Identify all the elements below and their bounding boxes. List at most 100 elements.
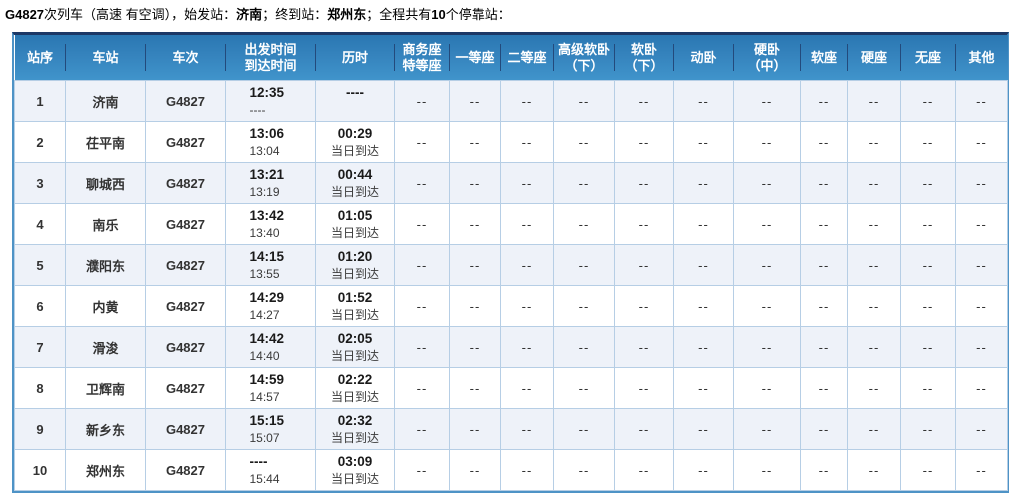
arrive-time: 13:55 <box>249 267 280 281</box>
column-header-soft-seat: 软座 <box>799 35 848 81</box>
duration-value: ---- <box>346 85 364 100</box>
column-header-label: 硬卧 <box>753 41 780 57</box>
cell-no-seat: -- <box>900 449 956 491</box>
column-header-premium-soft-sleeper: 高级软卧 （下） <box>552 35 615 81</box>
cell-first-class-seat: -- <box>449 244 501 286</box>
duration-note: 当日到达 <box>330 472 379 486</box>
cell-station: 滑浚 <box>65 326 146 368</box>
cell-emu-sleeper: -- <box>673 121 734 163</box>
column-header-label: 历时 <box>341 49 368 65</box>
cell-soft-sleeper: -- <box>614 162 674 204</box>
table-row: 3 聊城西 G4827 13:21 13:19 00:44 当日到达 -- -- -- -- -- --… <box>14 162 1008 204</box>
depart-time: 13:06 <box>249 126 285 141</box>
origin-station: 济南 <box>236 7 263 22</box>
cell-train: G4827 <box>145 408 226 450</box>
table-row: 1 济南 G4827 12:35 ---- ---- -- -- -- -- -- -- -- -- -- -… <box>14 80 1008 122</box>
arrive-time: 13:40 <box>249 226 280 240</box>
cell-other: -- <box>955 244 1008 286</box>
cell-business-special-seat: -- <box>394 244 450 286</box>
cell-no-seat: -- <box>900 285 956 327</box>
page-title: G4827次列车（高速 有空调），始发站：济南；终到站：郑州东；全程共有10个停… <box>5 6 1016 24</box>
duration-note: 当日到达 <box>330 431 379 445</box>
title-text: 个停靠站： <box>445 7 511 22</box>
time-block: 12:35 ---- <box>250 83 292 119</box>
cell-station: 卫辉南 <box>65 367 146 409</box>
cell-station: 新乡东 <box>65 408 146 450</box>
column-header-hard-sleeper: 硬卧 （中） <box>732 35 801 81</box>
cell-train: G4827 <box>145 326 226 368</box>
cell-seq: 10 <box>14 449 66 491</box>
duration-note <box>316 102 394 119</box>
cell-hard-sleeper: -- <box>733 449 801 491</box>
cell-soft-seat: -- <box>800 162 848 204</box>
column-header-emu-sleeper: 动卧 <box>672 35 734 81</box>
cell-premium-soft-sleeper: -- <box>553 367 615 409</box>
cell-second-class-seat: -- <box>500 203 554 245</box>
arrive-time: 13:04 <box>249 144 280 158</box>
cell-hard-sleeper: -- <box>733 408 801 450</box>
table-row: 5 濮阳东 G4827 14:15 13:55 01:20 当日到达 -- -- -- -- -- --… <box>14 244 1008 286</box>
column-header-first-class-seat: 一等座 <box>448 35 501 81</box>
cell-times: 13:42 13:40 <box>225 203 316 245</box>
cell-soft-seat: -- <box>800 203 848 245</box>
cell-station: 聊城西 <box>65 162 146 204</box>
cell-hard-seat: -- <box>847 408 901 450</box>
cell-train: G4827 <box>145 80 226 122</box>
column-header-label: （下） <box>624 57 664 73</box>
duration-value: 01:20 <box>337 249 373 264</box>
cell-premium-soft-sleeper: -- <box>553 121 615 163</box>
cell-hard-seat: -- <box>847 326 901 368</box>
cell-soft-sleeper: -- <box>614 408 674 450</box>
cell-train: G4827 <box>145 367 226 409</box>
cell-train: G4827 <box>145 162 226 204</box>
cell-hard-seat: -- <box>847 203 901 245</box>
cell-hard-seat: -- <box>847 367 901 409</box>
cell-second-class-seat: -- <box>500 244 554 286</box>
duration-value: 01:05 <box>337 208 373 223</box>
column-header-seq: 站序 <box>14 35 66 81</box>
cell-station: 茌平南 <box>65 121 146 163</box>
depart-time: 14:29 <box>249 290 285 305</box>
column-header-hard-seat: 硬座 <box>846 35 901 81</box>
cell-soft-sleeper: -- <box>614 367 674 409</box>
column-header-duration: 历时 <box>314 35 395 81</box>
cell-times: 14:59 14:57 <box>225 367 316 409</box>
duration-value: 03:09 <box>337 454 373 469</box>
cell-second-class-seat: -- <box>500 80 554 122</box>
cell-business-special-seat: -- <box>394 408 450 450</box>
train-number: G4827 <box>5 7 45 22</box>
cell-hard-sleeper: -- <box>733 285 801 327</box>
column-header-label: 其他 <box>968 49 995 65</box>
cell-station: 内黄 <box>65 285 146 327</box>
cell-no-seat: -- <box>900 367 956 409</box>
cell-emu-sleeper: -- <box>673 80 734 122</box>
cell-duration: 01:05 当日到达 <box>315 203 395 245</box>
cell-no-seat: -- <box>900 408 956 450</box>
duration-note: 当日到达 <box>330 144 379 158</box>
column-header-no-seat: 无座 <box>899 35 956 81</box>
duration-value: 02:05 <box>337 331 373 346</box>
depart-time: 12:35 <box>249 85 285 100</box>
depart-time: 14:15 <box>249 249 285 264</box>
cell-soft-seat: -- <box>800 121 848 163</box>
column-header-label: （下） <box>564 57 604 73</box>
cell-premium-soft-sleeper: -- <box>553 326 615 368</box>
cell-times: 14:42 14:40 <box>225 326 316 368</box>
cell-other: -- <box>955 326 1008 368</box>
cell-hard-sleeper: -- <box>733 326 801 368</box>
depart-time: 13:21 <box>249 167 285 182</box>
cell-second-class-seat: -- <box>500 326 554 368</box>
cell-no-seat: -- <box>900 326 956 368</box>
column-header-second-class-seat: 二等座 <box>499 35 554 81</box>
column-header-label: 特等座 <box>402 57 442 73</box>
column-header-label: 硬座 <box>860 49 887 65</box>
cell-hard-sleeper: -- <box>733 244 801 286</box>
cell-no-seat: -- <box>900 244 956 286</box>
cell-times: ---- 15:44 <box>225 449 316 491</box>
title-text: ；终到站： <box>262 7 328 22</box>
cell-second-class-seat: -- <box>500 285 554 327</box>
cell-premium-soft-sleeper: -- <box>553 408 615 450</box>
duration-value: 01:52 <box>337 290 373 305</box>
duration-note: 当日到达 <box>330 185 379 199</box>
cell-second-class-seat: -- <box>500 162 554 204</box>
